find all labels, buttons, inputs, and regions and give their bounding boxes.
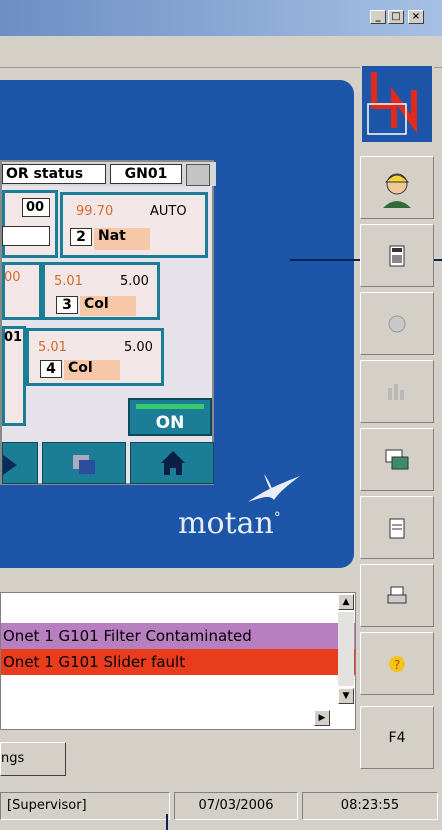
brand-mark: ° — [273, 510, 281, 526]
print-button[interactable] — [360, 564, 434, 627]
station-left-top-field — [2, 226, 50, 246]
station-col-4-material: Col — [64, 360, 120, 380]
hmi-nav-pages-button[interactable] — [42, 442, 126, 484]
alarm-text: Onet 1 G101 Filter Contaminated — [3, 627, 252, 645]
hmi-screen: OR status GN01 00 99.70 AUTO 2 Nat 00 5.… — [0, 160, 216, 485]
windows-icon — [385, 449, 409, 469]
status-time-text: 08:23:55 — [340, 798, 400, 813]
screens-button[interactable] — [360, 428, 434, 491]
hmi-nav-left-button[interactable] — [2, 442, 38, 484]
station-left-mid-value: 00 — [4, 270, 21, 285]
close-button[interactable]: × — [408, 10, 424, 24]
status-user-text: [Supervisor] — [7, 798, 87, 813]
bird-logo-icon — [248, 474, 300, 502]
hmi-nav-home-button[interactable] — [130, 442, 214, 484]
brand-name: motan — [178, 506, 274, 541]
home-icon — [161, 451, 185, 475]
on-indicator — [136, 404, 204, 409]
station-col-4-setpoint: 5.00 — [124, 340, 153, 355]
alarm-item[interactable]: Onet 1 G101 Filter Contaminated — [1, 623, 355, 649]
calculator-button[interactable] — [360, 224, 434, 287]
vertical-scrollbar[interactable] — [338, 612, 354, 686]
f4-button[interactable]: F4 — [360, 706, 434, 769]
scroll-up-button[interactable]: ▲ — [338, 594, 354, 610]
status-date: 07/03/2006 — [174, 792, 298, 820]
printer-icon — [387, 586, 407, 603]
station-nat-number: 2 — [70, 228, 92, 246]
user-button[interactable] — [360, 156, 434, 219]
alarm-text: Onet 1 G101 Slider fault — [3, 653, 186, 671]
help-icon: ? — [389, 655, 405, 672]
settings-button[interactable]: ngs — [0, 742, 66, 776]
station-left-top-value: 00 — [22, 198, 50, 217]
station-col-3-number: 3 — [56, 296, 78, 314]
globe-button — [360, 292, 434, 355]
svg-text:?: ? — [394, 658, 400, 672]
on-button[interactable]: ON — [128, 398, 212, 436]
status-time: 08:23:55 — [302, 792, 438, 820]
ln-logo — [360, 64, 434, 144]
hmi-device-id: GN01 — [110, 164, 182, 184]
maximize-button[interactable]: □ — [388, 10, 404, 24]
bar-chart-icon — [388, 383, 404, 400]
notepad-icon — [389, 518, 405, 538]
scroll-right-button[interactable]: ▶ — [314, 710, 330, 726]
chart-button — [360, 360, 434, 423]
hmi-header-slot — [186, 164, 210, 186]
callout-line-bottom — [166, 814, 168, 830]
status-user: [Supervisor] — [0, 792, 170, 820]
minimize-button[interactable]: _ — [370, 10, 386, 24]
notes-button[interactable] — [360, 496, 434, 559]
scroll-down-button[interactable]: ▼ — [338, 688, 354, 704]
station-nat-material: Nat — [94, 228, 150, 250]
settings-button-label: ngs — [1, 751, 25, 766]
f4-label: F4 — [388, 729, 406, 746]
calculator-icon — [389, 245, 405, 266]
pages-icon-front — [79, 460, 95, 474]
help-button[interactable]: ? — [360, 632, 434, 695]
alarm-list[interactable]: Onet 1 G101 Filter Contaminated Onet 1 G… — [0, 592, 356, 730]
station-col-3-actual: 5.01 — [54, 274, 83, 289]
station-nat-mode: AUTO — [150, 204, 187, 219]
station-nat-setpoint: 99.70 — [76, 204, 114, 219]
brand-logo: motan° — [178, 506, 281, 541]
station-col-3-setpoint: 5.00 — [120, 274, 149, 289]
arrow-icon — [3, 455, 17, 475]
hmi-status-label: OR status — [2, 164, 106, 184]
alarm-item[interactable]: Onet 1 G101 Slider fault — [1, 649, 355, 675]
station-col-4-actual: 5.01 — [38, 340, 67, 355]
station-col-3-material: Col — [80, 296, 136, 316]
station-left-bottom-value: 01 — [4, 330, 23, 345]
on-label: ON — [155, 413, 185, 433]
ln-logo-icon — [367, 72, 417, 135]
user-icon — [383, 173, 411, 208]
station-col-4-number: 4 — [40, 360, 62, 378]
status-date-text: 07/03/2006 — [198, 798, 274, 813]
globe-icon — [388, 315, 406, 332]
